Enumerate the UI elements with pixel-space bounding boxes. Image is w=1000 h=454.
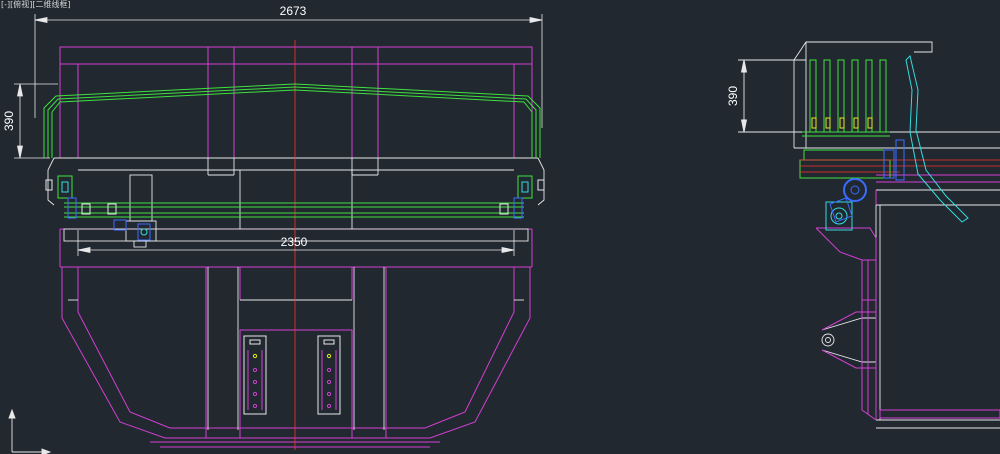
dimension-2673-label: 2673: [280, 4, 307, 18]
side-view: [738, 41, 1000, 429]
left-bracket: [45, 175, 117, 219]
dimension-2350-label: 2350: [281, 235, 308, 249]
right-bracket: [499, 175, 545, 219]
pedestal-right: [317, 335, 341, 415]
side-frame-magenta: [815, 174, 1000, 421]
side-frame-white: [738, 41, 1000, 429]
motor-details: [113, 219, 151, 241]
side-yellow-accents: [811, 117, 873, 129]
drawing-canvas: 2673 2350 390 390: [2, 4, 1000, 454]
pedestal-left: [243, 335, 267, 415]
conveyor-arch: [43, 83, 541, 218]
cad-model-space[interactable]: [-][俯视][二维线框] 2673 2350 390 390: [0, 0, 1000, 454]
side-red-lines: [800, 159, 1000, 173]
side-blue-wheel: [829, 139, 905, 223]
dimension-390-right-label: 390: [726, 86, 740, 106]
front-view: [14, 14, 545, 450]
side-cyan-linkage: [825, 55, 969, 231]
dimension-390-left-geometry: [14, 83, 58, 159]
ucs-icon: [8, 408, 52, 454]
dimension-2673-geometry: [34, 14, 543, 128]
frame-outline-white: [47, 157, 545, 430]
dimension-390-left-label: 390: [2, 111, 16, 131]
